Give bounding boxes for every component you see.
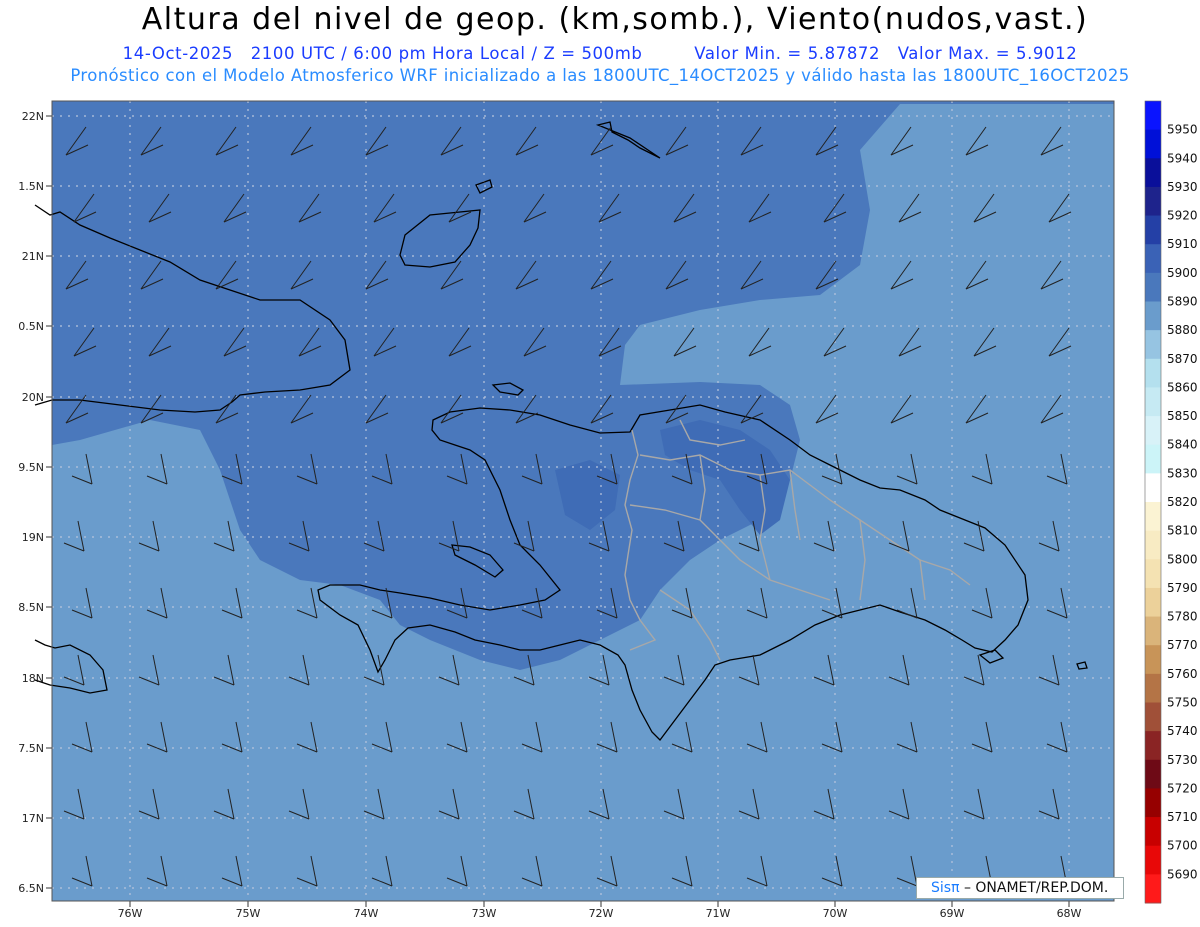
colorbar-label: 5920 [1167,209,1198,223]
colorbar-swatch [1145,673,1161,703]
lat-label: 20N [22,391,44,404]
credit-sispi: Sisπ [931,880,960,896]
colorbar-swatch [1145,874,1161,904]
map-title: Altura del nivel de geop. (km,somb.), Vi… [141,2,1089,37]
colorbar-swatch [1145,186,1161,217]
colorbar-label: 5870 [1167,352,1198,366]
colorbar-label: 5900 [1167,266,1198,280]
colorbar-swatch [1145,788,1161,818]
colorbar-swatch [1145,845,1161,875]
colorbar-label: 5750 [1167,696,1198,710]
colorbar-label: 5890 [1167,295,1198,309]
valid-time-level: 2100 UTC / 6:00 pm Hora Local / Z = 500m… [250,44,643,63]
colorbar-label: 5690 [1167,867,1198,881]
colorbar-swatch [1145,559,1161,589]
colorbar-label: 5730 [1167,753,1198,767]
lat-label: 0.5N [18,320,44,333]
max-value: Valor Max. = 5.9012 [897,44,1078,63]
colorbar-swatch [1145,358,1161,388]
colorbar-label: 5850 [1167,409,1198,423]
colorbar-label: 5710 [1167,810,1198,824]
lat-label: 21N [22,250,44,263]
colorbar-swatch [1145,416,1161,446]
lon-label: 68W [1057,907,1082,920]
colorbar-label: 5940 [1167,151,1198,165]
colorbar-label: 5810 [1167,524,1198,538]
min-value: Valor Min. = 5.87872 [694,44,881,63]
colorbar-swatch [1145,759,1161,789]
lat-label: 6.5N [18,882,44,895]
colorbar-swatch [1145,272,1161,302]
colorbar-swatch [1145,444,1161,474]
colorbar-swatch [1145,473,1161,503]
colorbar-swatch [1145,101,1161,131]
lat-label: 22N [22,110,44,123]
colorbar-swatch [1145,158,1161,188]
credit-onamet: – ONAMET/REP.DOM. [963,880,1109,896]
colorbar-label: 5740 [1167,724,1198,738]
lat-label: 9.5N [18,461,44,474]
lon-label: 74W [354,907,379,920]
lon-label: 75W [236,907,261,920]
colorbar-label: 5800 [1167,552,1198,566]
lat-label: 17N [22,812,44,825]
colorbar-label: 5780 [1167,610,1198,624]
colorbar-label: 5930 [1167,180,1198,194]
colorbar-swatch [1145,731,1161,761]
lat-label: 1.5N [18,180,44,193]
colorbar-label: 5840 [1167,438,1198,452]
colorbar-label: 5860 [1167,380,1198,394]
colorbar-swatch [1145,330,1161,360]
valid-date: 14-Oct-2025 [122,44,234,63]
lat-label: 8.5N [18,601,44,614]
colorbar-swatch [1145,129,1161,159]
lat-label: 7.5N [18,742,44,755]
colorbar-swatch [1145,244,1161,274]
longitude-axis: 76W 75W 74W 73W 72W 71W 70W 69W 68W [118,901,1082,920]
colorbar-swatch [1145,502,1161,532]
lon-label: 73W [472,907,497,920]
credit-box: Sisπ – ONAMET/REP.DOM. [916,877,1124,899]
lat-label: 19N [22,531,44,544]
colorbar-label: 5950 [1167,123,1198,137]
colorbar-label: 5790 [1167,581,1198,595]
colorbar: 5950 5940 5930 5920 5910 5900 5890 5880 5870 5860… [1144,100,1198,904]
colorbar-swatch [1145,587,1161,618]
colorbar-label: 5760 [1167,667,1198,681]
colorbar-swatch [1145,387,1161,417]
colorbar-label: 5720 [1167,781,1198,795]
colorbar-swatch [1145,645,1161,675]
map-subtitle-valid-time: 14-Oct-2025 2100 UTC / 6:00 pm Hora Loca… [0,44,1200,63]
colorbar-swatch [1145,530,1161,560]
colorbar-label: 5880 [1167,323,1198,337]
forecast-map: 22N 1.5N 21N 0.5N 20N 9.5N 19N 8.5N 18N 7.5N 17N 6.… [18,100,1198,920]
colorbar-swatch [1145,616,1161,646]
lon-label: 72W [589,907,614,920]
colorbar-swatch [1145,702,1161,732]
colorbar-label: 5910 [1167,237,1198,251]
lon-label: 70W [823,907,848,920]
colorbar-label: 5700 [1167,839,1198,853]
lon-label: 69W [940,907,965,920]
colorbar-label: 5820 [1167,495,1198,509]
colorbar-label: 5770 [1167,638,1198,652]
colorbar-swatch [1145,215,1161,245]
lon-label: 76W [118,907,143,920]
colorbar-swatch [1145,301,1161,331]
colorbar-label: 5830 [1167,466,1198,480]
colorbar-swatch [1145,817,1161,847]
lat-label: 18N [22,672,44,685]
latitude-axis: 22N 1.5N 21N 0.5N 20N 9.5N 19N 8.5N 18N 7.5N 17N 6.… [18,110,52,895]
lon-label: 71W [706,907,731,920]
model-info-line: Pronóstico con el Modelo Atmosferico WRF… [70,66,1130,85]
